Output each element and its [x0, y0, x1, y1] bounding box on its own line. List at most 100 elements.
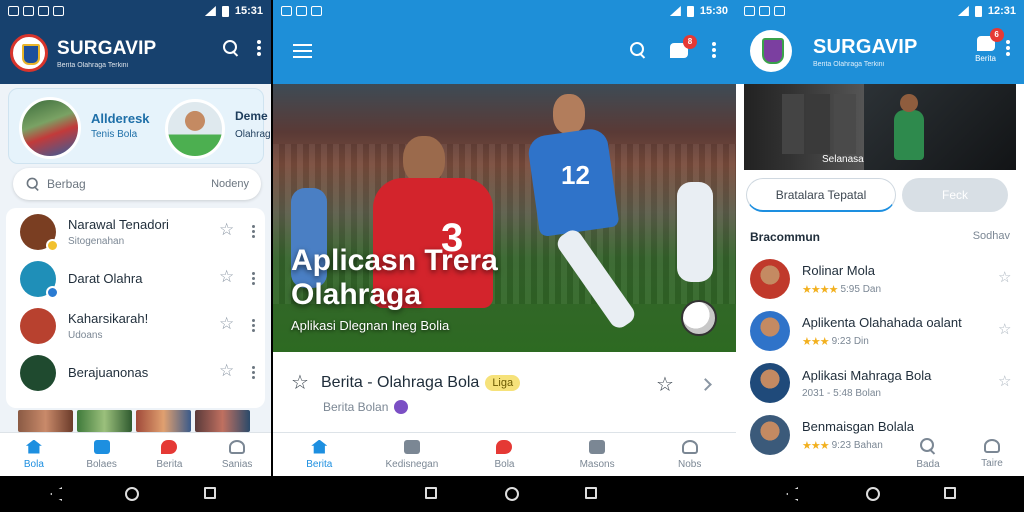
tab-feck[interactable]: Feck [902, 178, 1008, 212]
nav-taire[interactable]: Taire [960, 432, 1024, 476]
home-icon [311, 439, 328, 454]
promo-card[interactable]: Allderesk Tenis Bola Deme Olahraga [8, 88, 271, 164]
nav-berita[interactable]: Berita [273, 433, 366, 476]
item-meta: 2031 - 5:48 Bolan [802, 387, 881, 399]
article-subtitle: Berita Bolan [323, 400, 409, 414]
hero-title: Aplicasn Trera Olahraga [291, 244, 498, 312]
item-title: Aplikasi Mahraga Bola [802, 367, 932, 383]
status-bar: 15:31 [0, 0, 271, 22]
home-button-icon[interactable] [505, 487, 519, 501]
tab-bratalara[interactable]: Bratalara Tepatal [746, 178, 896, 212]
article-tag: Liga [485, 375, 521, 391]
thumbnail[interactable] [18, 410, 73, 432]
chat-icon [496, 439, 513, 454]
star-icon[interactable] [219, 267, 234, 287]
tab-bar: Bratalara Tepatal Feck [744, 178, 1016, 212]
promo-right-subtitle: Olahraga [235, 129, 271, 140]
video-thumbnail[interactable]: Selanasa [744, 84, 1016, 170]
promo-right-title: Deme [235, 109, 268, 123]
thumbnail[interactable] [136, 410, 191, 432]
item-meta: 9:23 Bahan [831, 439, 883, 451]
hero-subtitle: Aplikasi Dlegnan Ineg Bolia [291, 318, 450, 333]
more-icon[interactable] [1006, 40, 1010, 56]
list-item[interactable]: Aplikenta Olahahada oalant ★★★ 9:23 Din [750, 306, 1012, 356]
thumbnail-strip [18, 410, 250, 432]
search-filter[interactable]: Nodeny [211, 178, 249, 190]
nav-bolaes[interactable]: Bolaes [68, 433, 136, 476]
item-meta: 9:23 Din [831, 335, 869, 347]
signal-icon [669, 6, 681, 16]
nav-bada[interactable]: Bada [896, 432, 960, 476]
thumbnail[interactable] [195, 410, 250, 432]
hero-title-line1: Aplicasn Trera [291, 244, 498, 277]
recents-icon[interactable] [425, 487, 437, 499]
article-card[interactable]: Berita - Olahraga Bola Liga Berita Bolan [273, 352, 736, 432]
list-item[interactable]: Rolinar Mola ★★★★ 5:95 Dan [750, 254, 1012, 304]
hero-banner[interactable]: 3 12 Aplicasn Trera Olahraga Aplikasi Dl… [273, 84, 736, 352]
star-icon[interactable] [219, 361, 234, 381]
recents-icon[interactable] [204, 487, 216, 499]
nav-sanias[interactable]: Sanias [203, 433, 271, 476]
avatar [750, 363, 790, 403]
nav-nobs[interactable]: Nobs [643, 433, 736, 476]
list-item[interactable]: Aplikasi Mahraga Bola 2031 - 5:48 Bolan [750, 358, 1012, 408]
list-item[interactable]: Narawal Tenadori Sitogenahan [6, 208, 265, 255]
nav-berita[interactable]: Berita [136, 433, 204, 476]
user-icon [229, 439, 246, 454]
more-icon[interactable] [252, 366, 255, 379]
home-button-icon[interactable] [866, 487, 880, 501]
more-icon[interactable] [257, 40, 261, 56]
bottom-nav: Berita Kedisnegan Bola Masons Nobs [273, 432, 736, 476]
nav-kedisnegan[interactable]: Kedisnegan [366, 433, 459, 476]
list-item[interactable]: Kaharsikarah! Udoans [6, 302, 265, 349]
notifications-button[interactable]: 6 Berita [975, 28, 1004, 63]
menu-icon[interactable] [293, 44, 312, 58]
promo-image-player [165, 99, 225, 159]
chevron-right-icon[interactable] [699, 378, 712, 391]
more-icon[interactable] [712, 42, 716, 58]
search-icon [920, 438, 936, 454]
app-logo[interactable] [10, 34, 48, 72]
sports-list: Narawal Tenadori Sitogenahan Darat Olahra… [6, 208, 265, 408]
home-button-icon[interactable] [125, 487, 139, 501]
star-icon[interactable] [219, 220, 234, 240]
chat-icon[interactable]: 8 [670, 34, 697, 58]
status-bar: 15:30 [273, 0, 736, 22]
thumbnail[interactable] [77, 410, 132, 432]
more-icon[interactable] [252, 225, 255, 238]
star-icon[interactable] [291, 370, 309, 394]
section-link[interactable]: Sodhav [973, 230, 1010, 242]
nav-bola[interactable]: Bola [458, 433, 551, 476]
avatar [20, 307, 56, 344]
screen-article: 15:30 8 3 12 Aplicasn Trera Olahraga Apl… [273, 0, 736, 476]
nav-label: Berita [306, 458, 333, 470]
nav-home[interactable]: Bola [0, 433, 68, 476]
app-logo[interactable] [750, 30, 792, 72]
brand-name: SURGAVIP [813, 36, 918, 58]
item-meta: 5:95 Dan [840, 283, 882, 295]
more-icon[interactable] [252, 319, 255, 332]
item-subtitle: Udoans [68, 329, 103, 341]
back-icon[interactable] [786, 487, 798, 501]
video-player-figure [894, 94, 924, 160]
item-title: Narawal Tenadori [68, 216, 169, 232]
nav-masons[interactable]: Masons [551, 433, 644, 476]
search-icon[interactable] [223, 40, 239, 56]
back-icon[interactable] [50, 487, 62, 501]
search-bar[interactable]: Berbag Nodeny [13, 168, 261, 200]
football [681, 300, 717, 336]
brand-name: SURGAVIP [57, 37, 157, 59]
recents-icon[interactable] [585, 487, 597, 499]
star-icon[interactable] [998, 320, 1012, 338]
more-icon[interactable] [252, 272, 255, 285]
bookmark-star-icon[interactable] [656, 372, 674, 396]
list-item[interactable]: Berajuanonas [6, 349, 265, 396]
search-icon[interactable] [630, 42, 646, 58]
star-icon[interactable] [998, 372, 1012, 390]
star-icon[interactable] [998, 268, 1012, 286]
list-item[interactable]: Darat Olahra [6, 255, 265, 302]
chat-icon: 6 [976, 28, 1004, 51]
screen-videos: 12:31 SURGAVIP Berita Olahraga Terkini 6… [736, 0, 1024, 476]
star-icon[interactable] [219, 314, 234, 334]
recents-icon[interactable] [944, 487, 956, 499]
